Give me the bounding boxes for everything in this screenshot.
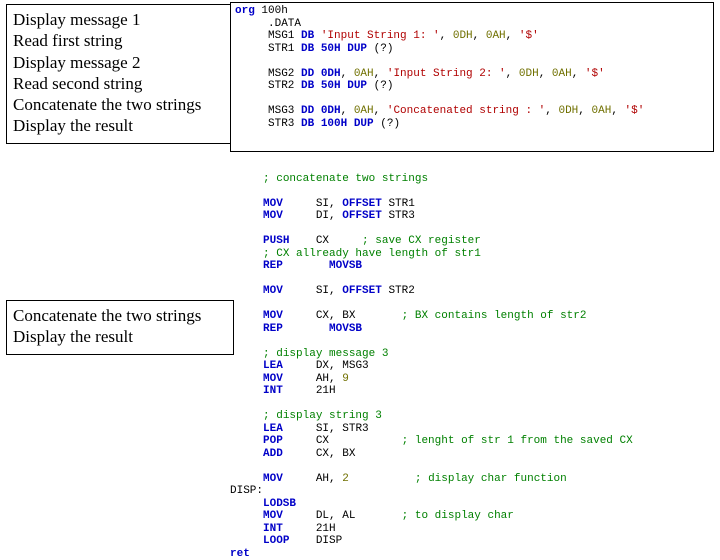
kw-lea: LEA <box>263 360 283 372</box>
code-text: STR2 <box>235 80 301 92</box>
kw-mov: MOV <box>263 510 283 522</box>
kw-db-dup: DB 50H DUP <box>301 80 367 92</box>
box1-line: Read first string <box>13 30 227 51</box>
str: 'Input String 2: ' <box>387 68 506 80</box>
kw-mov: MOV <box>263 473 283 485</box>
box1-line: Display message 1 <box>13 9 227 30</box>
kw-mov: MOV <box>263 198 283 210</box>
box1-line: Read second string <box>13 73 227 94</box>
kw-mov: MOV <box>263 373 283 385</box>
code-text: MSG3 <box>235 105 301 117</box>
kw-lodsb: LODSB <box>230 498 296 510</box>
code-text: MSG2 <box>235 68 301 80</box>
kw-int: INT <box>263 385 283 397</box>
code-text: MSG1 <box>235 30 301 42</box>
code-panel-rest: ; concatenate two strings MOV SI, OFFSET… <box>230 160 714 560</box>
box2-line: Display the result <box>13 326 227 347</box>
comment: ; BX contains length of str2 <box>402 310 587 322</box>
kw-rep-movsb: REP MOVSB <box>263 260 362 272</box>
kw-db: DB <box>301 30 314 42</box>
kw-rep-movsb: REP MOVSB <box>263 323 362 335</box>
kw-lea: LEA <box>263 423 283 435</box>
kw-add: ADD <box>263 448 283 460</box>
kw-pop: POP <box>263 435 283 447</box>
box1-line: Concatenate the two strings <box>13 94 227 115</box>
label-disp: DISP: <box>230 485 263 497</box>
comment: ; lenght of str 1 from the saved CX <box>402 435 633 447</box>
comment: ; CX allready have length of str1 <box>263 248 481 260</box>
code-text: STR1 <box>235 43 301 55</box>
box1-line: Display the result <box>13 115 227 136</box>
str: 'Concatenated string : ' <box>387 105 545 117</box>
num: 0AH <box>486 30 506 42</box>
box2-line: Concatenate the two strings <box>13 305 227 326</box>
num: 0DH <box>453 30 473 42</box>
kw-db-dup: DB 100H DUP <box>301 118 374 130</box>
pseudocode-box-1: Display message 1 Read first string Disp… <box>6 4 234 144</box>
comment: ; concatenate two strings <box>263 173 428 185</box>
kw-mov: MOV <box>263 285 283 297</box>
box1-line: Display message 2 <box>13 52 227 73</box>
str: 'Input String 1: ' <box>314 30 439 42</box>
kw-mov: MOV <box>263 310 283 322</box>
comment: ; display char function <box>415 473 567 485</box>
kw-dd: DD 0DH <box>301 105 341 117</box>
code-text: 100h <box>255 5 288 17</box>
kw-loop: LOOP <box>263 535 289 547</box>
kw-dd: DD 0DH <box>301 68 341 80</box>
kw-ret: ret <box>230 548 250 560</box>
code-text: STR3 <box>235 118 301 130</box>
kw-push: PUSH <box>263 235 289 247</box>
code-panel-top: org 100h .DATA MSG1 DB 'Input String 1: … <box>230 2 714 152</box>
comment: ; save CX register <box>362 235 481 247</box>
kw-mov: MOV <box>263 210 283 222</box>
kw-db-dup: DB 50H DUP <box>301 43 367 55</box>
code-text: .DATA <box>235 18 301 30</box>
comment: ; display message 3 <box>263 348 388 360</box>
kw-int: INT <box>263 523 283 535</box>
pseudocode-box-2: Concatenate the two strings Display the … <box>6 300 234 355</box>
kw-org: org <box>235 5 255 17</box>
str: '$' <box>519 30 539 42</box>
comment: ; to display char <box>402 510 514 522</box>
comment: ; display string 3 <box>263 410 382 422</box>
